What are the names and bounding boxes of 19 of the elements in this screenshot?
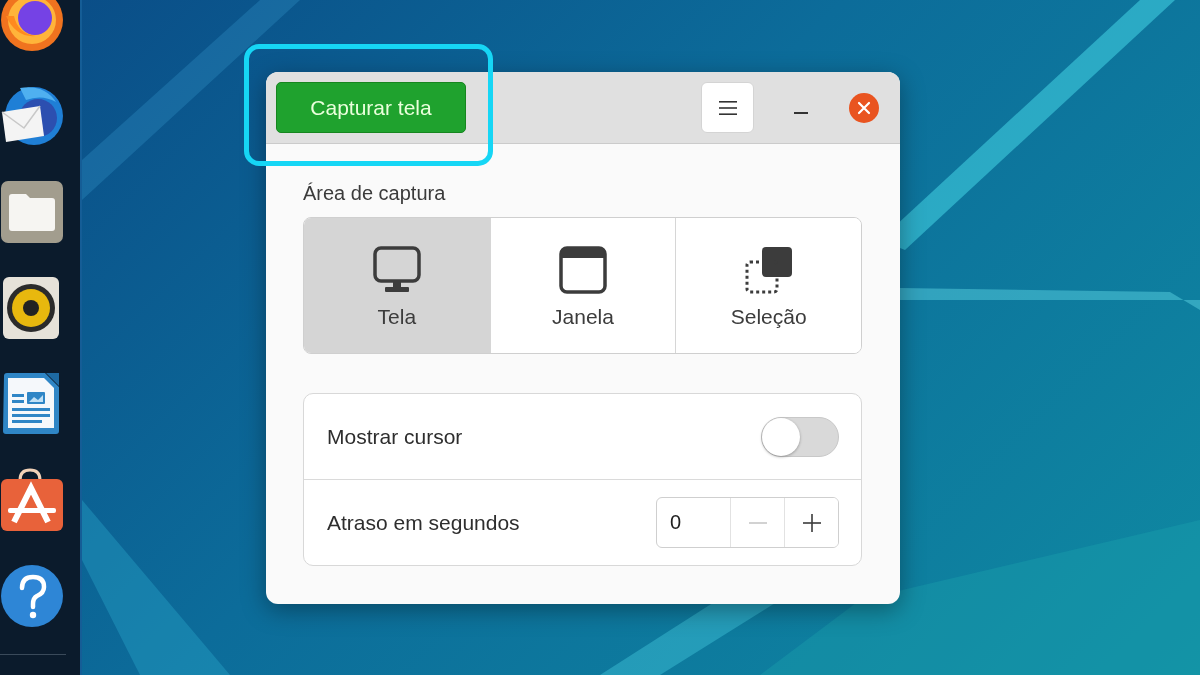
section-title: Área de captura [303,181,446,205]
window-icon [559,246,607,294]
minimize-icon [794,111,808,114]
capture-mode-button[interactable]: Seleção [675,218,861,353]
globe-icon[interactable] [0,0,64,52]
monitor-icon [372,246,421,294]
setting-label: Atraso em segundos [327,510,520,535]
close-button[interactable] [849,92,879,123]
toggle-switch[interactable] [761,416,839,457]
shopping-bag-icon[interactable] [0,468,64,532]
capture-mode-button[interactable]: Tela [304,218,490,353]
menu-button[interactable] [701,82,754,133]
menu-icon [718,100,737,115]
envelope-icon[interactable] [0,84,64,148]
setting-label: Mostrar cursor [327,424,463,449]
selection-icon [744,246,793,294]
help-icon[interactable] [0,564,64,628]
close-icon [849,92,879,123]
folder-icon[interactable] [0,180,64,244]
